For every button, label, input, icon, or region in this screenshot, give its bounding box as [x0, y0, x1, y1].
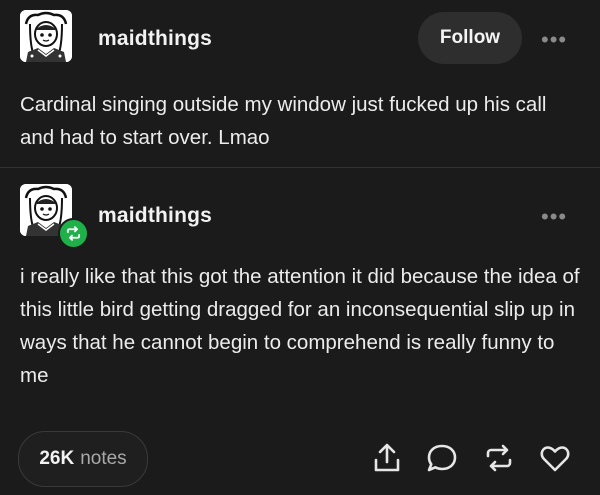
reblog-text: i really like that this got the attentio… — [20, 265, 580, 387]
notes-button[interactable]: 26K notes — [18, 431, 148, 487]
divider — [0, 167, 600, 168]
username[interactable]: maidthings — [98, 204, 212, 228]
reblog-icon[interactable] — [482, 441, 516, 475]
username[interactable]: maidthings — [98, 27, 212, 51]
like-icon[interactable] — [538, 441, 572, 475]
notes-count: 26K — [39, 448, 75, 469]
anime-character-avatar-icon — [20, 10, 72, 62]
reblog-badge — [58, 218, 89, 249]
more-options-icon[interactable]: ••• — [541, 206, 567, 228]
reply-icon[interactable] — [425, 441, 459, 475]
follow-button[interactable]: Follow — [418, 12, 522, 64]
post-text: Cardinal singing outside my window just … — [20, 93, 547, 149]
avatar[interactable] — [20, 10, 72, 62]
notes-label: notes — [80, 448, 127, 469]
more-options-icon[interactable]: ••• — [541, 29, 567, 51]
reblog-icon — [66, 226, 81, 241]
share-icon[interactable] — [370, 441, 404, 475]
